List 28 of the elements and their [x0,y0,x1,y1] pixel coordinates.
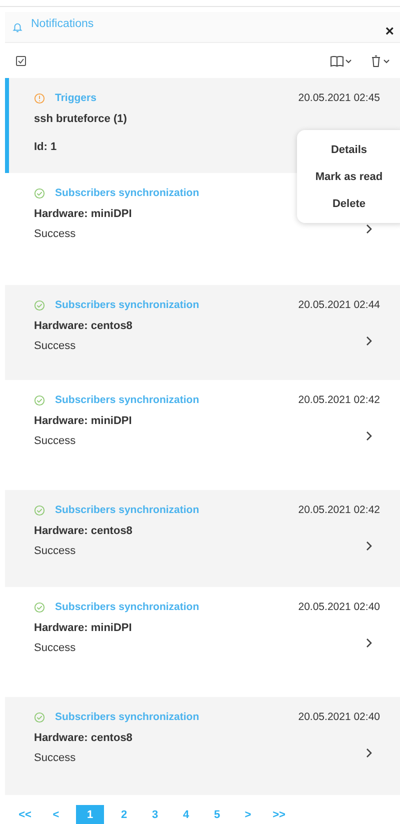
notification-detail: Success [34,752,76,764]
notification-title: Subscribers synchronization [55,601,200,613]
notification-subject: Hardware: miniDPI [34,415,132,427]
notification-subject: Hardware: miniDPI [34,208,132,220]
notification-detail: Success [34,340,76,352]
notification-subject: Hardware: centos8 [34,525,132,537]
notification-title: Triggers [55,92,98,104]
notification-title: Subscribers synchronization [55,187,200,199]
notification-detail: Success [34,642,76,654]
notification-detail: Success [34,228,76,240]
notification-date: 20.05.2021 02:45 [298,92,380,104]
notification-detail: Success [34,545,76,557]
notification-detail: Id: 1 [34,141,57,153]
notification-subject: Hardware: miniDPI [34,622,132,634]
notification-detail: Success [34,435,76,447]
notification-title: Subscribers synchronization [55,711,200,723]
notification-subject: Hardware: centos8 [34,320,132,332]
panel-title: Notifications [31,18,95,30]
notification-subject: Hardware: centos8 [34,732,132,744]
notification-date: 20.05.2021 02:40 [298,601,380,613]
notification-subject: ssh bruteforce (1) [34,113,127,125]
notification-title: Subscribers synchronization [55,504,200,516]
notification-date: 20.05.2021 02:42 [298,504,380,516]
notification-title: Subscribers synchronization [55,394,200,406]
notification-date: 20.05.2021 02:40 [298,711,380,723]
notification-date: 20.05.2021 02:44 [298,299,380,311]
notification-date: 20.05.2021 02:42 [298,394,380,406]
notification-title: Subscribers synchronization [55,299,200,311]
